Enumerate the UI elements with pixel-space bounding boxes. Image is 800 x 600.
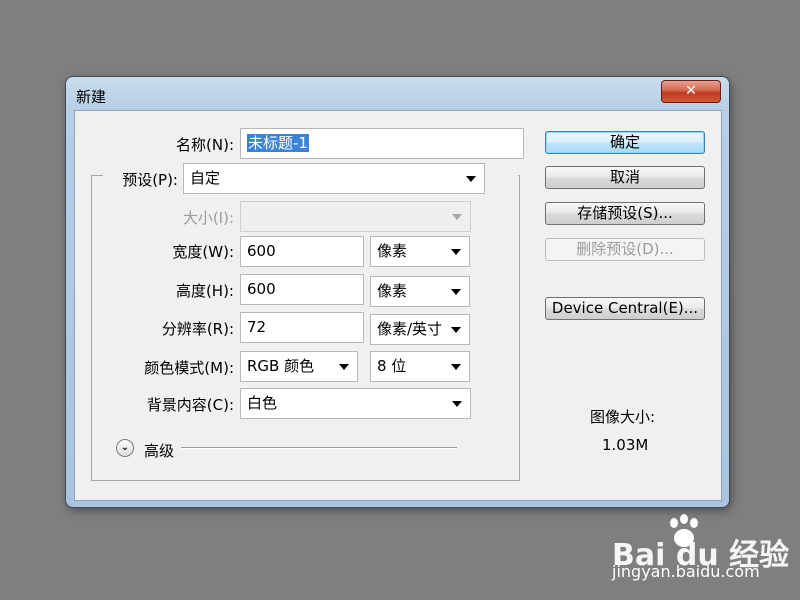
name-label: 名称(N): bbox=[176, 136, 234, 154]
resolution-label: 分辨率(R): bbox=[161, 320, 234, 338]
chevron-down-icon bbox=[452, 401, 462, 407]
expand-advanced-icon[interactable]: ⌄ bbox=[116, 439, 134, 457]
color-mode-select[interactable]: RGB 颜色 bbox=[240, 351, 358, 382]
height-label: 高度(H): bbox=[175, 282, 234, 300]
cancel-button[interactable]: 取消 bbox=[545, 166, 705, 189]
size-select[interactable] bbox=[240, 201, 471, 232]
background-label: 背景内容(C): bbox=[146, 396, 234, 414]
resolution-unit-value: 像素/英寸 bbox=[377, 320, 443, 338]
name-value: 未标题-1 bbox=[247, 134, 309, 152]
background-select[interactable]: 白色 bbox=[240, 388, 471, 419]
chevron-down-icon bbox=[466, 176, 476, 182]
chevron-down-icon bbox=[451, 364, 461, 370]
title-bar[interactable]: 新建 ✕ bbox=[66, 77, 729, 109]
image-size-label: 图像大小: bbox=[590, 408, 656, 426]
bit-depth-value: 8 位 bbox=[377, 357, 407, 375]
name-input[interactable]: 未标题-1 bbox=[240, 128, 524, 159]
chevron-down-icon bbox=[451, 289, 461, 295]
width-label: 宽度(W): bbox=[172, 243, 234, 261]
preset-select[interactable]: 自定 bbox=[183, 163, 485, 194]
width-value: 600 bbox=[247, 242, 276, 260]
preset-value: 自定 bbox=[190, 169, 221, 187]
chevron-down-icon bbox=[451, 249, 461, 255]
close-button[interactable]: ✕ bbox=[661, 80, 721, 103]
image-size-value: 1.03M bbox=[602, 436, 649, 454]
ok-button[interactable]: 确定 bbox=[545, 131, 705, 154]
close-icon: ✕ bbox=[685, 83, 697, 99]
height-unit-select[interactable]: 像素 bbox=[370, 276, 470, 307]
width-unit-value: 像素 bbox=[377, 242, 408, 260]
width-input[interactable]: 600 bbox=[240, 236, 364, 267]
delete-preset-button[interactable]: 删除预设(D)... bbox=[545, 238, 705, 261]
height-unit-value: 像素 bbox=[377, 282, 408, 300]
background-value: 白色 bbox=[247, 394, 278, 412]
advanced-divider bbox=[181, 447, 457, 449]
watermark-url: jingyan.baidu.com bbox=[612, 562, 760, 581]
color-mode-label: 颜色模式(M): bbox=[144, 359, 234, 377]
color-mode-value: RGB 颜色 bbox=[247, 357, 315, 375]
chevron-down-icon bbox=[451, 327, 461, 333]
preset-label: 预设(P): bbox=[122, 171, 178, 189]
bit-depth-select[interactable]: 8 位 bbox=[370, 351, 470, 382]
save-preset-button[interactable]: 存储预设(S)... bbox=[545, 202, 705, 225]
width-unit-select[interactable]: 像素 bbox=[370, 236, 470, 267]
chevron-down-icon bbox=[339, 364, 349, 370]
size-label: 大小(I): bbox=[182, 209, 234, 227]
advanced-label[interactable]: 高级 bbox=[144, 440, 174, 461]
dialog-title: 新建 bbox=[76, 88, 107, 106]
height-input[interactable]: 600 bbox=[240, 274, 364, 305]
device-central-button[interactable]: Device Central(E)... bbox=[545, 297, 705, 320]
resolution-value: 72 bbox=[247, 318, 267, 336]
resolution-unit-select[interactable]: 像素/英寸 bbox=[370, 314, 470, 345]
chevron-down-icon bbox=[452, 214, 462, 220]
resolution-input[interactable]: 72 bbox=[240, 312, 364, 343]
height-value: 600 bbox=[247, 280, 276, 298]
